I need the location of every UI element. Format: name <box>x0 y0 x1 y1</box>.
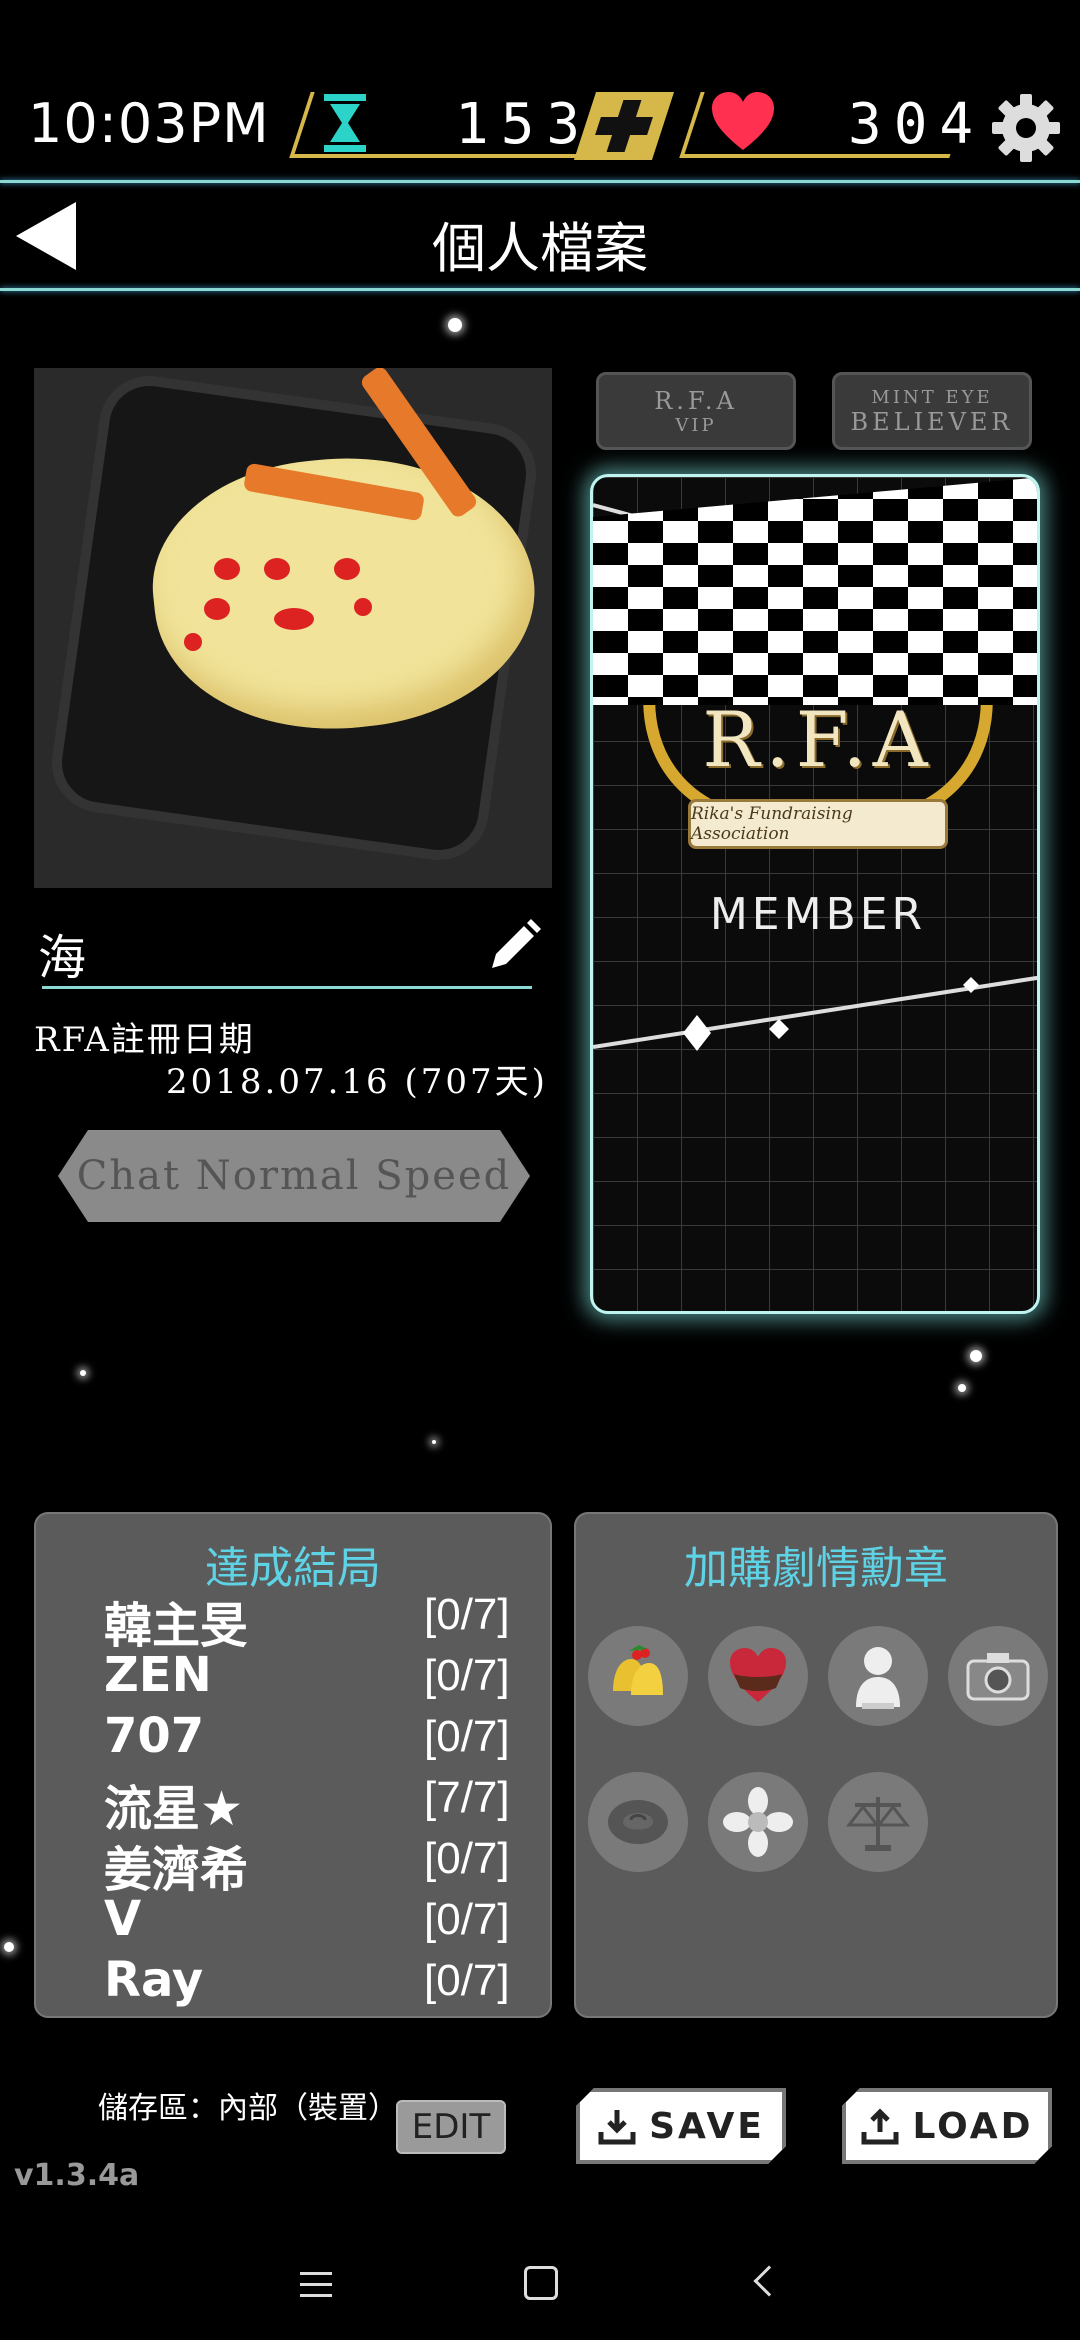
registration-date: 2018.07.16 (707天) <box>166 1062 548 1102</box>
ending-row: Ray [0/7] <box>104 1952 524 2012</box>
profile-name: 海 <box>38 930 87 986</box>
sauce-dot <box>274 608 314 630</box>
daffodil-icon[interactable] <box>708 1772 808 1872</box>
vip-badge-subtitle: VIP <box>675 414 717 436</box>
page-title: 個人檔案 <box>432 217 648 280</box>
edit-storage-button[interactable]: EDIT <box>396 2100 506 2154</box>
checkerboard-floor <box>593 477 1037 705</box>
ending-row: 韓主旻 [0/7] <box>104 1586 524 1654</box>
ending-row: 流星★ [7/7] <box>104 1769 524 1837</box>
rose-icon[interactable] <box>588 1772 688 1872</box>
version-label: v1.3.4a <box>14 2158 140 2193</box>
header-bottom-divider <box>0 288 1080 291</box>
name-underline <box>42 986 532 989</box>
medals-panel: 加購劇情勳章 <box>574 1512 1058 2018</box>
home-icon[interactable] <box>524 2266 558 2300</box>
vip-badge-title: R.F.A <box>654 386 738 415</box>
save-button[interactable]: SAVE <box>576 2088 786 2164</box>
star-decoration <box>970 1350 982 1362</box>
ending-count: [0/7] <box>424 1956 510 2005</box>
ending-name: Ray <box>104 1952 204 2008</box>
sauce-dot <box>334 558 360 580</box>
chat-speed-button[interactable]: Chat Normal Speed <box>58 1130 530 1222</box>
save-label: SAVE <box>649 2105 765 2147</box>
star-decoration <box>448 318 462 332</box>
bust-icon[interactable] <box>828 1626 928 1726</box>
medals-title: 加購劇情勳章 <box>684 1543 948 1594</box>
sauce-dot <box>264 558 290 580</box>
star-decoration <box>432 1440 436 1444</box>
sauce-dot <box>184 633 202 651</box>
system-back-icon[interactable] <box>753 2265 785 2297</box>
recent-apps-icon[interactable] <box>300 2272 332 2298</box>
rfa-logo: R.F.A <box>702 695 934 784</box>
clock-time: 10:03PM <box>28 92 270 155</box>
load-button[interactable]: LOAD <box>842 2088 1052 2164</box>
ending-row: 姜濟希 [0/7] <box>104 1830 524 1898</box>
ending-count: [0/7] <box>424 1712 510 1761</box>
ending-count: [0/7] <box>424 1651 510 1700</box>
rfa-banner: Rika's Fundraising Association <box>688 799 948 849</box>
ending-name: ZEN <box>104 1647 212 1703</box>
ending-name: 流星★ <box>104 1781 244 1837</box>
star-decoration <box>958 1384 966 1392</box>
ending-name: 韓主旻 <box>104 1598 249 1654</box>
storage-location: 儲存區：內部（裝置） <box>98 2091 398 2126</box>
hourglass-count: 153 <box>455 92 593 157</box>
system-nav-bar <box>0 2220 1080 2340</box>
load-label: LOAD <box>912 2105 1034 2147</box>
scales-icon[interactable] <box>828 1772 928 1872</box>
ending-row: V [0/7] <box>104 1891 524 1951</box>
hourglass-icon <box>324 94 366 152</box>
profile-photo[interactable] <box>34 368 552 888</box>
sauce-dot <box>204 598 230 620</box>
upload-icon <box>860 2106 900 2146</box>
ending-count: [0/7] <box>424 1895 510 1944</box>
name-row: 海 <box>38 918 541 988</box>
download-icon <box>597 2106 637 2146</box>
endings-panel: 達成結局 韓主旻 [0/7] ZEN [0/7] 707 [0/7] 流星★ [… <box>34 1512 552 2018</box>
camera-icon[interactable] <box>948 1626 1048 1726</box>
pencil-icon[interactable] <box>484 918 542 976</box>
ending-name: 姜濟希 <box>104 1842 249 1898</box>
rfa-member-card: R.F.A Rika's Fundraising Association MEM… <box>590 474 1040 1314</box>
heart-count: 304 <box>848 92 986 157</box>
status-bar: 10:03PM 153 304 <box>0 70 1080 180</box>
sauce-dot <box>214 558 240 580</box>
ending-count: [7/7] <box>424 1773 510 1822</box>
star-decoration <box>4 1942 14 1952</box>
heart-icon <box>712 92 774 150</box>
ending-name: V <box>104 1891 142 1947</box>
star-decoration <box>80 1370 86 1376</box>
ending-row: ZEN [0/7] <box>104 1647 524 1707</box>
ending-name: 707 <box>104 1708 205 1764</box>
mint-eye-believer-badge: MINT EYE BELIEVER <box>832 372 1032 450</box>
sauce-dot <box>354 598 372 616</box>
page-header: 個人檔案 <box>0 182 1080 290</box>
rfa-vip-badge: R.F.A VIP <box>596 372 796 450</box>
believer-badge-title: MINT EYE <box>871 386 993 408</box>
ending-count: [0/7] <box>424 1590 510 1639</box>
ending-count: [0/7] <box>424 1834 510 1883</box>
member-label: MEMBER <box>709 889 927 940</box>
ending-row: 707 [0/7] <box>104 1708 524 1768</box>
chocolate-heart-icon[interactable] <box>708 1626 808 1726</box>
bells-icon[interactable] <box>588 1626 688 1726</box>
gear-icon[interactable] <box>990 92 1062 164</box>
believer-badge-subtitle: BELIEVER <box>850 407 1014 436</box>
